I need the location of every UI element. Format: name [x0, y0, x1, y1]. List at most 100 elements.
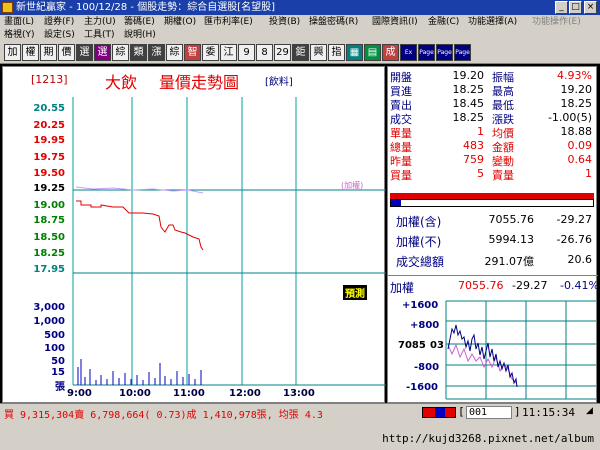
index-row: 加權(含) 7055.76 -29.27	[388, 213, 598, 233]
quote-panel: 開盤 19.20 振幅 4.93% 買進 18.25 最高 19.20 賣出 1…	[387, 66, 599, 403]
stock-code-input[interactable]: 001	[466, 406, 512, 419]
maximize-button[interactable]: □	[569, 1, 582, 14]
chart-canvas	[72, 97, 386, 386]
close-button[interactable]: ×	[584, 1, 597, 14]
toolbar-btn-page-2[interactable]: Page	[436, 44, 453, 61]
mini-index-chart	[445, 300, 596, 400]
menu-settings[interactable]: 設定(S)	[44, 29, 75, 42]
menu-function-select[interactable]: 功能選擇(A)	[468, 15, 517, 29]
quote-value: 759	[463, 153, 484, 166]
index-label: 加權(不)	[396, 235, 442, 249]
window-title: 新世紀贏家 - 100/12/28 - 個股走勢：綜合自選股[名望股]	[16, 2, 276, 13]
quote-value: 19.20	[452, 69, 485, 82]
index-row: 加權(不) 5994.13 -26.76	[388, 233, 598, 253]
mini-avg-line	[447, 343, 517, 384]
menu-fx-rates[interactable]: 匯市利率(E)	[204, 15, 253, 29]
index-label: 成交總額	[396, 255, 445, 269]
status-color-bar	[422, 407, 456, 418]
index-change: -29.27	[556, 213, 592, 226]
clock: 11:15:34	[522, 406, 575, 419]
toolbar-btn-1[interactable]: 加	[4, 44, 21, 61]
toolbar-chart-icon[interactable]: ▤	[364, 44, 381, 61]
menu-investment[interactable]: 投資(B)	[269, 15, 300, 29]
toolbar-btn-5[interactable]: 選	[76, 44, 93, 61]
quote-row: 買進 18.25 最高 19.20	[388, 83, 598, 98]
quote-value: 18.88	[560, 125, 593, 138]
quote-table: 開盤 19.20 振幅 4.93% 買進 18.25 最高 19.20 賣出 1…	[388, 69, 598, 182]
toolbar-btn-13[interactable]: 江	[220, 44, 237, 61]
menu-finance[interactable]: 金融(C)	[428, 15, 459, 29]
menu-tools[interactable]: 工具(T)	[84, 29, 115, 42]
toolbar-grid-icon[interactable]: ▦	[346, 44, 363, 61]
index-table: 加權(含) 7055.76 -29.27 加權(不) 5994.13 -26.7…	[388, 213, 598, 273]
quote-row: 總量 483 金額 0.09	[388, 139, 598, 154]
toolbar-btn-16[interactable]: 29	[274, 44, 291, 61]
menu-view[interactable]: 格視(Y)	[4, 29, 35, 42]
toolbar-btn-17[interactable]: 鉅	[292, 44, 309, 61]
mini-index-line	[447, 324, 518, 388]
menu-help[interactable]: 說明(H)	[124, 29, 156, 42]
toolbar-btn-14[interactable]: 9	[238, 44, 255, 61]
price-line	[76, 200, 204, 251]
app-icon	[2, 2, 13, 13]
toolbar-btn-9[interactable]: 漲	[148, 44, 165, 61]
toolbar-btn-10[interactable]: 綜	[166, 44, 183, 61]
quote-value: 18.25	[452, 83, 485, 96]
menu-futures[interactable]: 期權(O)	[164, 15, 196, 29]
quote-value: 18.45	[452, 97, 485, 110]
mini-index-header: 加權 7055.76 -29.27 -0.41%	[388, 279, 599, 297]
menu-chips[interactable]: 籌碼(E)	[124, 15, 155, 29]
status-bar: 買 9,315,304賣 6,798,664( 0.73)成 1,410,978…	[0, 403, 600, 421]
quote-value: 18.25	[452, 111, 485, 124]
toolbar-btn-8[interactable]: 類	[130, 44, 147, 61]
quote-value: 18.25	[560, 97, 593, 110]
toolbar-btn-19[interactable]: 指	[328, 44, 345, 61]
toolbar-btn-4[interactable]: 價	[58, 44, 75, 61]
quote-value: 483	[463, 139, 484, 152]
toolbar-btn-page-1[interactable]: Page	[418, 44, 435, 61]
market-ticker: 買 9,315,304賣 6,798,664( 0.73)成 1,410,978…	[4, 410, 323, 421]
menu-function-operate[interactable]: 功能操作(E)	[532, 15, 581, 29]
quote-row: 賣出 18.45 最低 18.25	[388, 97, 598, 112]
menu-bar-secondary: 格視(Y) 設定(S) 工具(T) 說明(H)	[0, 29, 600, 42]
toolbar-btn-2[interactable]: 權	[22, 44, 39, 61]
toolbar-btn-18[interactable]: 興	[310, 44, 327, 61]
menu-securities[interactable]: 證券(F)	[44, 15, 74, 29]
title-bar: 新世紀贏家 - 100/12/28 - 個股走勢：綜合自選股[名望股] _ □ …	[0, 0, 600, 15]
status-color-red	[423, 408, 435, 417]
menu-international[interactable]: 國際資訊(I)	[372, 15, 418, 29]
minimize-button[interactable]: _	[555, 1, 568, 14]
toolbar-btn-6[interactable]: 選	[94, 44, 111, 61]
mini-index-change: -29.27	[512, 279, 548, 292]
mini-index-pct: -0.41%	[560, 279, 599, 292]
quote-label: 賣量	[492, 169, 514, 182]
quote-value: 1	[585, 167, 592, 180]
toolbar-btn-page-3[interactable]: Page	[454, 44, 471, 61]
mini-index-value: 7055.76	[458, 279, 504, 292]
toolbar-btn-15[interactable]: 8	[256, 44, 273, 61]
toolbar-btn-7[interactable]: 綜	[112, 44, 129, 61]
mini-index-label: 加權	[390, 281, 415, 295]
quote-row: 成交 18.25 漲跌 -1.00(5)	[388, 111, 598, 126]
quote-label: 買量	[390, 169, 412, 182]
quote-value: 1	[477, 125, 484, 138]
index-label: 加權(含)	[396, 215, 442, 229]
bid-ask-grid	[390, 199, 594, 207]
watermark-bar: http://kujd3268.pixnet.net/album	[0, 421, 600, 450]
resize-grip-icon[interactable]: ◢	[586, 406, 593, 416]
toolbar-btn-12[interactable]: 委	[202, 44, 219, 61]
toolbar-btn-22[interactable]: 成	[382, 44, 399, 61]
toolbar-btn-3[interactable]: 期	[40, 44, 57, 61]
toolbar-btn-11[interactable]: 智	[184, 44, 201, 61]
menu-trading-code[interactable]: 操盤密碼(R)	[309, 15, 358, 29]
quote-value: 19.20	[560, 83, 593, 96]
quote-value: 0.64	[567, 153, 593, 166]
menu-main-force[interactable]: 主力(U)	[84, 15, 116, 29]
quote-value: 0.09	[567, 139, 593, 152]
index-change: 20.6	[567, 253, 593, 266]
index-change: -26.76	[556, 233, 592, 246]
price-volume-chart[interactable]: [1213] 大飲 量價走勢圖 [飲料] 20.55 20.25 19.95 1…	[2, 66, 386, 403]
menu-screen[interactable]: 畫面(L)	[4, 15, 34, 29]
quote-value: 4.93%	[557, 69, 592, 82]
toolbar-btn-ex[interactable]: Ex	[400, 44, 417, 61]
